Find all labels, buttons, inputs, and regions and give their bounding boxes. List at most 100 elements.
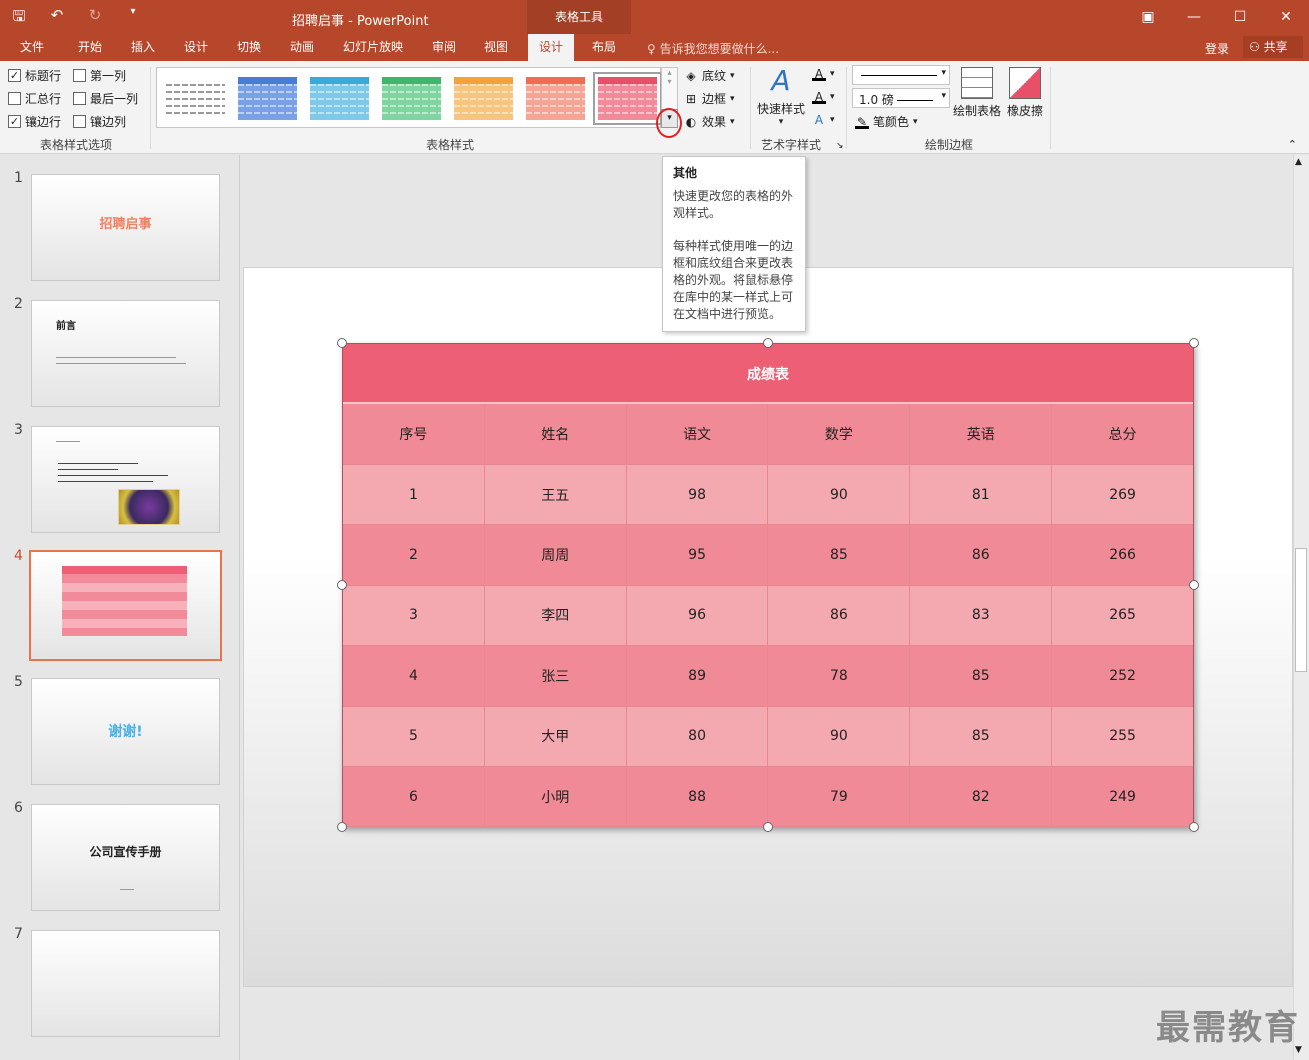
table-cell[interactable]: 周周 (485, 525, 627, 585)
banded-columns-checkbox[interactable]: 镶边列 (73, 113, 126, 130)
text-fill-button[interactable]: A ▾ (812, 67, 835, 81)
banded-rows-checkbox[interactable]: ✓ 镶边行 (8, 113, 61, 130)
pen-weight-dropdown[interactable]: 1.0 磅 ▾ (852, 88, 950, 108)
slide-thumbnail-panel[interactable]: 1 招聘启事 2 前言 3 4 5 谢谢! 6 公司宣传手册 7 (0, 155, 240, 1060)
resize-handle[interactable] (337, 338, 347, 348)
tab-review[interactable]: 审阅 (432, 38, 456, 55)
table-cell[interactable]: 266 (1052, 525, 1193, 584)
tab-slideshow[interactable]: 幻灯片放映 (343, 38, 403, 55)
resize-handle[interactable] (1189, 580, 1199, 590)
table-cell[interactable]: 2 (343, 525, 485, 585)
table-cell[interactable]: 86 (768, 585, 911, 646)
slide-thumbnail-5[interactable]: 谢谢! (31, 678, 220, 785)
table-style-swatch[interactable] (454, 77, 513, 120)
shading-button[interactable]: ◈ 底纹 ▾ (684, 67, 734, 84)
dialog-launcher-icon[interactable]: ↘ (836, 141, 844, 151)
tab-table-layout[interactable]: 布局 (592, 38, 616, 55)
table-row[interactable]: 2 周周 95 85 86 266 (343, 525, 1193, 586)
table-cell[interactable]: 85 (910, 646, 1053, 706)
resize-handle[interactable] (337, 580, 347, 590)
tab-file[interactable]: 文件 (20, 38, 44, 55)
slide-thumbnail-1[interactable]: 招聘启事 (31, 174, 220, 281)
tab-table-design[interactable]: 设计 (528, 34, 575, 61)
table-header-cell[interactable]: 数学 (768, 404, 911, 464)
table-cell[interactable]: 95 (627, 525, 769, 585)
table-cell[interactable]: 3 (343, 585, 485, 646)
resize-handle[interactable] (337, 822, 347, 832)
ribbon-display-icon[interactable]: ▣ (1125, 0, 1171, 34)
scroll-up-icon[interactable]: ▲ (1295, 157, 1302, 167)
gallery-down-icon[interactable]: ▾ (662, 77, 677, 86)
redo-icon[interactable]: ↻ (84, 6, 106, 31)
tab-animations[interactable]: 动画 (290, 38, 314, 55)
undo-icon[interactable]: ↶ (46, 6, 68, 31)
table-cell[interactable]: 86 (910, 525, 1053, 585)
scrollbar-thumb[interactable] (1295, 548, 1307, 672)
text-outline-button[interactable]: A ▾ (812, 90, 835, 104)
table-title-row[interactable]: 成绩表 (343, 344, 1193, 404)
table-cell[interactable]: 255 (1052, 707, 1193, 766)
tab-design[interactable]: 设计 (184, 38, 208, 55)
last-column-checkbox[interactable]: 最后一列 (73, 90, 138, 107)
table-cell[interactable]: 85 (910, 706, 1053, 766)
table-style-swatch[interactable] (593, 72, 662, 125)
maximize-icon[interactable]: ☐ (1217, 0, 1263, 34)
tab-transitions[interactable]: 切换 (237, 38, 261, 55)
resize-handle[interactable] (763, 338, 773, 348)
table-cell[interactable]: 88 (627, 767, 769, 827)
table-row[interactable]: 3 李四 96 86 83 265 (343, 585, 1193, 647)
table-cell[interactable]: 83 (910, 585, 1053, 646)
table-cell[interactable]: 81 (910, 465, 1053, 525)
customize-qat-icon[interactable]: ▾ (122, 6, 144, 31)
resize-handle[interactable] (763, 822, 773, 832)
table-style-swatch[interactable] (526, 77, 585, 120)
table-cell[interactable]: 98 (627, 465, 769, 525)
table-cell[interactable]: 89 (627, 646, 769, 706)
table-header-cell[interactable]: 姓名 (485, 404, 627, 464)
table-cell[interactable]: 李四 (485, 585, 627, 646)
slide-thumbnail-2[interactable]: 前言 (31, 300, 220, 407)
table-cell[interactable]: 4 (343, 646, 485, 706)
score-table[interactable]: 成绩表 序号 姓名 语文 数学 英语 总分 1 王五 98 90 81 269 2 周周 95 8… (342, 343, 1194, 828)
table-cell[interactable]: 1 (343, 465, 485, 525)
table-cell[interactable]: 252 (1052, 646, 1193, 705)
table-cell[interactable]: 82 (910, 767, 1053, 827)
table-style-swatch[interactable] (382, 77, 441, 120)
table-style-swatch[interactable] (238, 77, 297, 120)
table-header-cell[interactable]: 语文 (627, 404, 769, 464)
borders-button[interactable]: ⊞ 边框 ▾ (684, 90, 735, 107)
table-cell[interactable]: 张三 (485, 646, 627, 706)
table-header-cell[interactable]: 序号 (343, 404, 485, 464)
slide-thumbnail-3[interactable] (31, 426, 220, 533)
table-style-swatch[interactable] (166, 77, 225, 120)
tab-view[interactable]: 视图 (484, 38, 508, 55)
pen-color-button[interactable]: ✎ 笔颜色 ▾ (855, 113, 918, 130)
table-cell[interactable]: 85 (768, 525, 911, 585)
table-cell[interactable]: 269 (1052, 465, 1193, 524)
table-row[interactable]: 5 大甲 80 90 85 255 (343, 706, 1193, 767)
table-cell[interactable]: 265 (1052, 586, 1193, 645)
first-column-checkbox[interactable]: 第一列 (73, 67, 126, 84)
collapse-ribbon-icon[interactable]: ⌃ (1288, 138, 1297, 151)
table-row[interactable]: 6 小明 88 79 82 249 (343, 767, 1193, 828)
table-cell[interactable]: 90 (768, 465, 911, 525)
draw-table-button[interactable]: 绘制表格 (952, 67, 1002, 119)
slide-thumbnail-4[interactable] (29, 550, 222, 661)
table-row[interactable]: 4 张三 89 78 85 252 (343, 646, 1193, 707)
tab-insert[interactable]: 插入 (131, 38, 155, 55)
slide-thumbnail-7[interactable] (31, 930, 220, 1037)
table-header-row[interactable]: 序号 姓名 语文 数学 英语 总分 (343, 404, 1193, 465)
table-cell[interactable]: 80 (627, 706, 769, 766)
share-button[interactable]: ⚇ 共享 (1243, 36, 1303, 58)
table-cell[interactable]: 90 (768, 706, 911, 766)
pen-style-dropdown[interactable]: ▾ (852, 65, 950, 85)
gallery-up-icon[interactable]: ▴ (662, 68, 677, 77)
header-row-checkbox[interactable]: ✓ 标题行 (8, 67, 61, 84)
tab-home[interactable]: 开始 (78, 38, 102, 55)
table-cell[interactable]: 249 (1052, 767, 1193, 826)
total-row-checkbox[interactable]: 汇总行 (8, 90, 61, 107)
text-effects-button[interactable]: A ▾ (812, 113, 835, 127)
table-cell[interactable]: 96 (627, 585, 769, 646)
table-style-swatch[interactable] (310, 77, 369, 120)
table-cell[interactable]: 王五 (485, 465, 627, 525)
